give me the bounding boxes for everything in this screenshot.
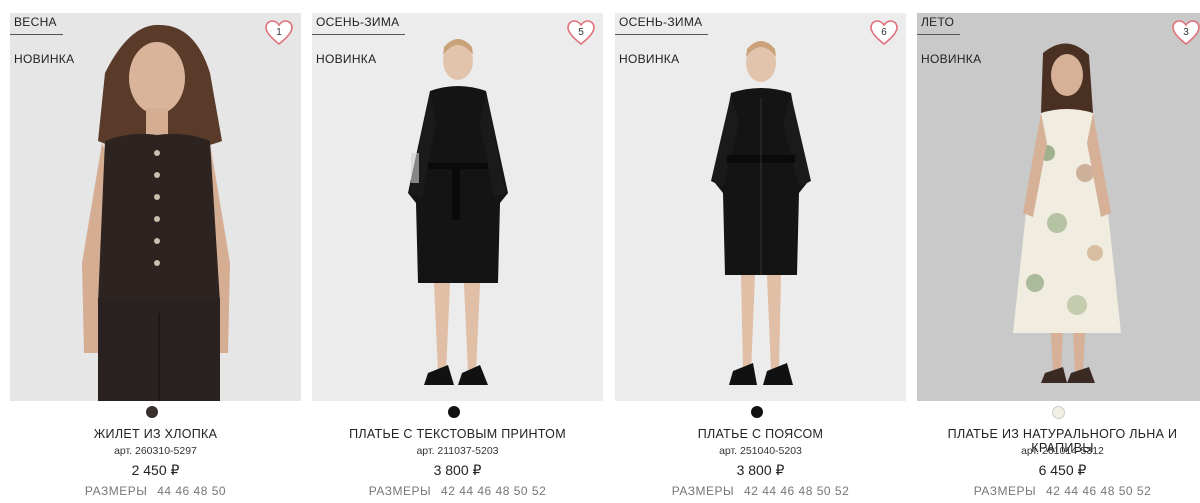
- favorite-button[interactable]: 3: [1171, 19, 1200, 47]
- product-grid: ВЕСНА НОВИНКА 1 ЖИЛЕТ ИЗ ХЛОПКА арт. 260…: [0, 0, 1200, 503]
- favorite-button[interactable]: 5: [566, 19, 596, 47]
- new-badge: НОВИНКА: [619, 52, 680, 66]
- product-title[interactable]: ПЛАТЬЕ С ТЕКСТОВЫМ ПРИНТОМ: [312, 427, 603, 441]
- product-price: 2 450 ₽: [131, 462, 180, 478]
- product-article: арт. 260310-5297: [114, 445, 197, 457]
- sizes-label: РАЗМЕРЫ: [973, 484, 1037, 498]
- product-title[interactable]: ПЛАТЬЕ С ПОЯСОМ: [615, 427, 906, 441]
- product-photo[interactable]: ВЕСНА НОВИНКА 1: [10, 13, 301, 401]
- product-article: арт. 251040-5203: [719, 445, 802, 457]
- favorite-button[interactable]: 1: [264, 19, 294, 47]
- season-label: ВЕСНА: [10, 15, 63, 35]
- product-price: 3 800 ₽: [433, 462, 482, 478]
- product-price: 3 800 ₽: [736, 462, 785, 478]
- favorite-count: 5: [578, 27, 584, 38]
- color-swatch[interactable]: [751, 406, 763, 418]
- product-card[interactable]: ОСЕНЬ-ЗИМА НОВИНКА 5 ПЛАТЬЕ С ТЕКСТОВЫМ …: [312, 13, 603, 503]
- season-label: ОСЕНЬ-ЗИМА: [312, 15, 406, 35]
- sizes-values: 42 44 46 48 50 52: [441, 484, 547, 498]
- product-sizes: РАЗМЕРЫ 42 44 46 48 50 52: [615, 484, 906, 498]
- sizes-label: РАЗМЕРЫ: [368, 484, 432, 498]
- sizes-label: РАЗМЕРЫ: [671, 484, 735, 498]
- product-price: 6 450 ₽: [1038, 462, 1087, 478]
- favorite-count: 1: [276, 27, 282, 38]
- new-badge: НОВИНКА: [14, 52, 75, 66]
- product-article: арт. 211037-5203: [416, 445, 499, 457]
- product-card[interactable]: ВЕСНА НОВИНКА 1 ЖИЛЕТ ИЗ ХЛОПКА арт. 260…: [10, 13, 301, 503]
- favorite-button[interactable]: 6: [869, 19, 899, 47]
- sizes-label: РАЗМЕРЫ: [84, 484, 148, 498]
- favorite-count: 6: [881, 27, 887, 38]
- new-badge: НОВИНКА: [921, 52, 982, 66]
- new-badge: НОВИНКА: [316, 52, 377, 66]
- product-sizes: РАЗМЕРЫ 44 46 48 50: [10, 484, 301, 498]
- product-card[interactable]: ОСЕНЬ-ЗИМА НОВИНКА 6 ПЛАТЬЕ С ПОЯСОМ арт…: [615, 13, 906, 503]
- product-sizes: РАЗМЕРЫ 42 44 46 48 50 52: [312, 484, 603, 498]
- sizes-values: 42 44 46 48 50 52: [744, 484, 850, 498]
- color-swatch[interactable]: [1052, 406, 1065, 419]
- season-label: ОСЕНЬ-ЗИМА: [615, 15, 709, 35]
- sizes-values: 44 46 48 50: [157, 484, 227, 498]
- favorite-count: 3: [1183, 27, 1189, 38]
- product-photo[interactable]: ЛЕТО НОВИНКА 3: [917, 13, 1200, 401]
- product-photo[interactable]: ОСЕНЬ-ЗИМА НОВИНКА 5: [312, 13, 603, 401]
- season-label: ЛЕТО: [917, 15, 961, 35]
- product-card[interactable]: ЛЕТО НОВИНКА 3 ПЛАТЬЕ ИЗ НАТУРАЛЬНОГО ЛЬ…: [917, 13, 1200, 503]
- color-swatch[interactable]: [448, 406, 460, 418]
- color-swatch[interactable]: [146, 406, 158, 418]
- product-sizes: РАЗМЕРЫ 42 44 46 48 50 52: [917, 484, 1200, 498]
- product-article: арт. 261014-5312: [1021, 445, 1104, 457]
- sizes-values: 42 44 46 48 50 52: [1046, 484, 1152, 498]
- product-photo[interactable]: ОСЕНЬ-ЗИМА НОВИНКА 6: [615, 13, 906, 401]
- product-title[interactable]: ЖИЛЕТ ИЗ ХЛОПКА: [10, 427, 301, 441]
